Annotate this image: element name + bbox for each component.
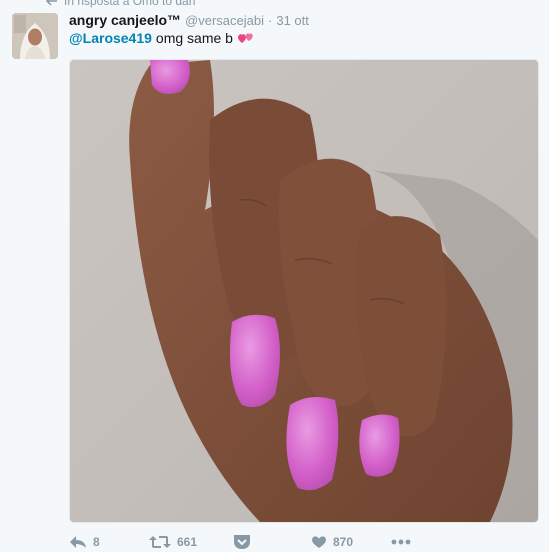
reply-button[interactable]: 8: [69, 535, 149, 549]
hand-photo: [70, 60, 538, 522]
author-handle[interactable]: @versacejabi: [185, 13, 264, 28]
reply-context[interactable]: In risposta a Omo to dah: [46, 0, 195, 8]
retweet-count: 661: [177, 535, 198, 549]
more-button[interactable]: [391, 539, 411, 545]
heart-icon: [312, 536, 326, 548]
reply-count: 8: [93, 535, 100, 549]
tweet-card: In risposta a Omo to dah angry canjeelo™…: [0, 0, 549, 550]
pocket-icon: [234, 535, 250, 549]
author-name[interactable]: angry canjeelo™: [69, 12, 181, 28]
like-count: 870: [333, 535, 354, 549]
header-separator: ·: [268, 13, 273, 28]
tweet-header: angry canjeelo™ @versacejabi · 31 ott: [69, 12, 309, 30]
two-hearts-icon: [237, 31, 255, 45]
avatar-image: [12, 13, 58, 59]
mention-link[interactable]: @Larose419: [69, 30, 152, 46]
retweet-button[interactable]: 661: [149, 535, 233, 549]
ellipsis-icon: [391, 539, 411, 545]
like-button[interactable]: 870: [311, 535, 391, 549]
pocket-button[interactable]: [233, 534, 311, 550]
reply-context-text: In risposta a Omo to dah: [64, 0, 196, 8]
tweet-media-photo[interactable]: [69, 59, 539, 523]
tweet-timestamp[interactable]: 31 ott: [276, 13, 309, 28]
tweet-actions: 8 661 870: [69, 532, 411, 552]
tweet-body-text: omg same b: [155, 30, 233, 46]
retweet-icon: [149, 536, 171, 548]
tweet-text: @Larose419 omg same b: [69, 30, 255, 46]
avatar[interactable]: [12, 13, 58, 59]
reply-icon: [70, 536, 86, 548]
reply-arrow-icon: [46, 0, 57, 6]
